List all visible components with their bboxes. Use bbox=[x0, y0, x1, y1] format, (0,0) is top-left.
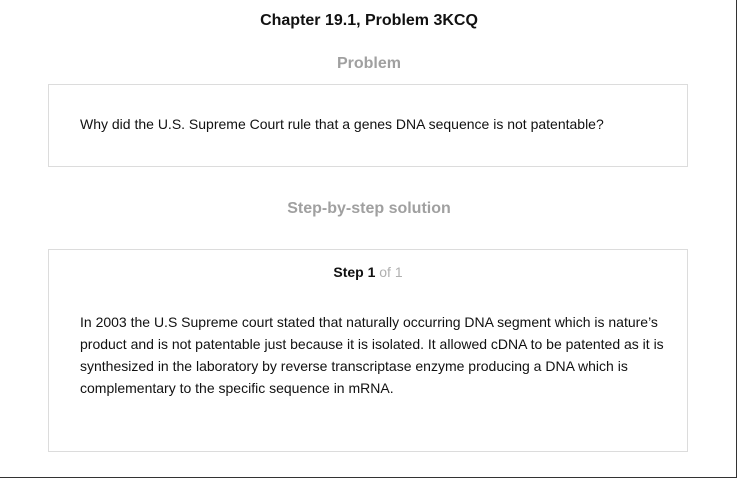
step-number: Step 1 bbox=[333, 264, 376, 280]
chapter-title: Chapter 19.1, Problem 3KCQ bbox=[260, 12, 478, 29]
solution-heading: Step-by-step solution bbox=[287, 200, 451, 217]
step-body-text: In 2003 the U.S Supreme court stated tha… bbox=[80, 314, 664, 396]
step-counter: Step 1 of 1 bbox=[49, 264, 687, 280]
step-card: Step 1 of 1 In 2003 the U.S Supreme cour… bbox=[48, 249, 688, 452]
step-total: of 1 bbox=[375, 264, 403, 280]
problem-heading: Problem bbox=[336, 55, 401, 72]
problem-text: Why did the U.S. Supreme Court rule that… bbox=[80, 116, 604, 132]
problem-card: Why did the U.S. Supreme Court rule that… bbox=[48, 84, 688, 167]
